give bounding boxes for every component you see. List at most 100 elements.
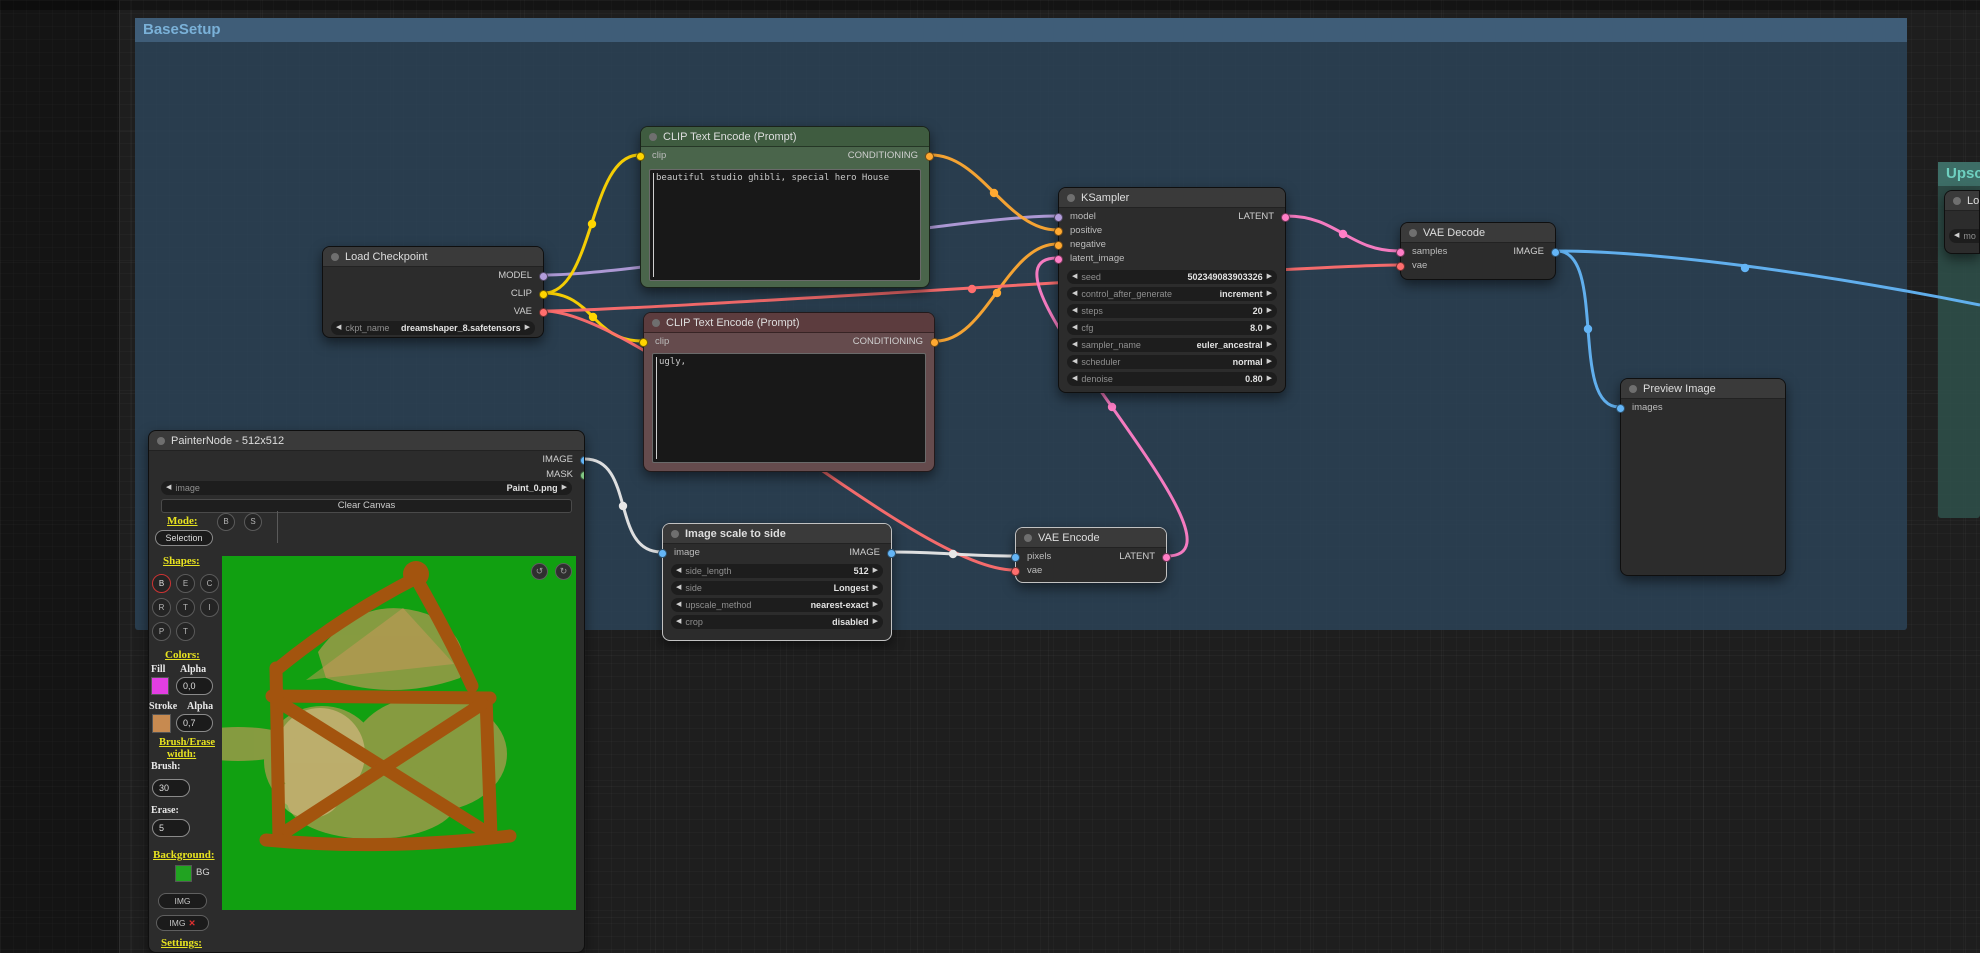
canvas-undo-icon[interactable]: ↺ bbox=[531, 563, 548, 580]
widget-sampler-name[interactable]: ◀sampler_nameeuler_ancestral▶ bbox=[1067, 338, 1277, 352]
prompt-textarea[interactable]: ugly, bbox=[652, 353, 926, 463]
collapse-dot-icon[interactable] bbox=[1953, 197, 1961, 205]
collapse-dot-icon[interactable] bbox=[1067, 194, 1075, 202]
output-port-vae[interactable] bbox=[539, 308, 548, 317]
increment-arrow-icon[interactable]: ▶ bbox=[1267, 355, 1272, 369]
node-ksampler[interactable]: KSampler modelLATENT positive negative l… bbox=[1058, 187, 1286, 393]
node-title-bar[interactable]: PainterNode - 512x512 bbox=[149, 431, 584, 451]
input-port-model[interactable] bbox=[1054, 213, 1063, 222]
decrement-arrow-icon[interactable]: ◀ bbox=[1072, 372, 1077, 386]
decrement-arrow-icon[interactable]: ◀ bbox=[1072, 270, 1077, 284]
decrement-arrow-icon[interactable]: ◀ bbox=[676, 598, 681, 612]
collapse-dot-icon[interactable] bbox=[671, 530, 679, 538]
node-load-checkpoint[interactable]: Load Checkpoint MODEL CLIP VAE ◀ ckpt_na… bbox=[322, 246, 544, 338]
collapse-dot-icon[interactable] bbox=[1409, 229, 1417, 237]
decrement-arrow-icon[interactable]: ◀ bbox=[1954, 229, 1959, 243]
input-port-images[interactable] bbox=[1616, 404, 1625, 413]
output-port-image[interactable] bbox=[580, 456, 585, 465]
widget-denoise[interactable]: ◀denoise0.80▶ bbox=[1067, 372, 1277, 386]
node-title-bar[interactable]: VAE Encode bbox=[1016, 528, 1166, 548]
stroke-color-swatch[interactable] bbox=[152, 714, 171, 733]
bg-color-swatch[interactable] bbox=[175, 865, 192, 882]
widget-side-length[interactable]: ◀side_length512▶ bbox=[671, 564, 883, 578]
input-port-pixels[interactable] bbox=[1011, 553, 1020, 562]
increment-arrow-icon[interactable]: ▶ bbox=[1267, 304, 1272, 318]
widget-steps[interactable]: ◀steps20▶ bbox=[1067, 304, 1277, 318]
increment-arrow-icon[interactable]: ▶ bbox=[873, 581, 878, 595]
input-port-clip[interactable] bbox=[636, 152, 645, 161]
widget-upscale-method[interactable]: ◀upscale_methodnearest-exact▶ bbox=[671, 598, 883, 612]
shape-button-triangle[interactable]: T bbox=[176, 598, 195, 617]
node-title-bar[interactable]: Image scale to side bbox=[663, 524, 891, 544]
shape-button-rect[interactable]: R bbox=[152, 598, 171, 617]
group-basesetup-title[interactable]: BaseSetup bbox=[135, 18, 1907, 42]
increment-arrow-icon[interactable]: ▶ bbox=[1267, 270, 1272, 284]
shape-button-erase[interactable]: E bbox=[176, 574, 195, 593]
decrement-arrow-icon[interactable]: ◀ bbox=[1072, 321, 1077, 335]
decrement-arrow-icon[interactable]: ◀ bbox=[336, 321, 341, 335]
increment-arrow-icon[interactable]: ▶ bbox=[562, 481, 567, 495]
widget-side[interactable]: ◀sideLongest▶ bbox=[671, 581, 883, 595]
erase-width-input[interactable]: 5 bbox=[152, 819, 190, 837]
output-port-conditioning[interactable] bbox=[930, 338, 939, 347]
node-title-bar[interactable]: KSampler bbox=[1059, 188, 1285, 208]
fill-color-swatch[interactable] bbox=[151, 677, 169, 695]
input-port-positive[interactable] bbox=[1054, 227, 1063, 236]
shape-button-textbox[interactable]: T bbox=[176, 622, 195, 641]
shape-button-circle[interactable]: C bbox=[200, 574, 219, 593]
mode-button-1[interactable]: B bbox=[217, 513, 235, 531]
node-preview-image[interactable]: Preview Image images bbox=[1620, 378, 1786, 576]
collapse-dot-icon[interactable] bbox=[652, 319, 660, 327]
output-port-latent[interactable] bbox=[1281, 213, 1290, 222]
increment-arrow-icon[interactable]: ▶ bbox=[1267, 372, 1272, 386]
input-port-samples[interactable] bbox=[1396, 248, 1405, 257]
input-port-vae[interactable] bbox=[1396, 262, 1405, 271]
decrement-arrow-icon[interactable]: ◀ bbox=[1072, 338, 1077, 352]
input-port-vae[interactable] bbox=[1011, 567, 1020, 576]
node-painter[interactable]: PainterNode - 512x512 IMAGE MASK ◀ image… bbox=[148, 430, 585, 953]
selection-button[interactable]: Selection bbox=[155, 530, 213, 546]
node-title-bar[interactable]: Lo bbox=[1945, 191, 1979, 211]
output-port-clip[interactable] bbox=[539, 290, 548, 299]
node-vae-encode[interactable]: VAE Encode pixelsLATENT vae bbox=[1015, 527, 1167, 583]
widget-cfg[interactable]: ◀cfg8.0▶ bbox=[1067, 321, 1277, 335]
node-clip-text-encode-positive[interactable]: CLIP Text Encode (Prompt) clipCONDITIONI… bbox=[640, 126, 930, 288]
decrement-arrow-icon[interactable]: ◀ bbox=[1072, 355, 1077, 369]
increment-arrow-icon[interactable]: ▶ bbox=[1267, 321, 1272, 335]
stroke-alpha-input[interactable]: 0,7 bbox=[176, 714, 213, 732]
decrement-arrow-icon[interactable]: ◀ bbox=[1072, 287, 1077, 301]
node-title-bar[interactable]: Load Checkpoint bbox=[323, 247, 543, 267]
img-remove-button[interactable]: IMG ✕ bbox=[156, 915, 209, 931]
collapse-dot-icon[interactable] bbox=[157, 437, 165, 445]
increment-arrow-icon[interactable]: ▶ bbox=[525, 321, 530, 335]
fill-alpha-input[interactable]: 0,0 bbox=[176, 677, 213, 695]
output-port-latent[interactable] bbox=[1162, 553, 1171, 562]
node-clip-text-encode-negative[interactable]: CLIP Text Encode (Prompt) clipCONDITIONI… bbox=[643, 312, 935, 472]
output-port-image[interactable] bbox=[887, 549, 896, 558]
brush-width-input[interactable]: 30 bbox=[152, 779, 190, 797]
img-button[interactable]: IMG bbox=[158, 893, 207, 909]
shape-button-polygon[interactable]: P bbox=[152, 622, 171, 641]
group-upscale-title[interactable]: Upsc bbox=[1938, 162, 1980, 186]
widget-seed[interactable]: ◀seed502349083903326▶ bbox=[1067, 270, 1277, 284]
shape-button-brush[interactable]: B bbox=[152, 574, 171, 593]
decrement-arrow-icon[interactable]: ◀ bbox=[676, 564, 681, 578]
collapse-dot-icon[interactable] bbox=[649, 133, 657, 141]
output-port-mask[interactable] bbox=[580, 471, 585, 480]
decrement-arrow-icon[interactable]: ◀ bbox=[676, 615, 681, 629]
decrement-arrow-icon[interactable]: ◀ bbox=[676, 581, 681, 595]
node-vae-decode[interactable]: VAE Decode samplesIMAGE vae bbox=[1400, 222, 1556, 280]
widget-scheduler[interactable]: ◀schedulernormal▶ bbox=[1067, 355, 1277, 369]
decrement-arrow-icon[interactable]: ◀ bbox=[166, 481, 171, 495]
canvas-redo-icon[interactable]: ↻ bbox=[555, 563, 572, 580]
input-port-image[interactable] bbox=[658, 549, 667, 558]
node-title-bar[interactable]: Preview Image bbox=[1621, 379, 1785, 399]
comfyui-canvas[interactable]: BaseSetup Upsc Load Checkpoint M bbox=[0, 0, 1980, 953]
collapse-dot-icon[interactable] bbox=[331, 253, 339, 261]
output-port-model[interactable] bbox=[539, 272, 548, 281]
increment-arrow-icon[interactable]: ▶ bbox=[873, 615, 878, 629]
increment-arrow-icon[interactable]: ▶ bbox=[873, 598, 878, 612]
node-title-bar[interactable]: CLIP Text Encode (Prompt) bbox=[641, 127, 929, 147]
input-port-negative[interactable] bbox=[1054, 241, 1063, 250]
node-title-bar[interactable]: CLIP Text Encode (Prompt) bbox=[644, 313, 934, 333]
